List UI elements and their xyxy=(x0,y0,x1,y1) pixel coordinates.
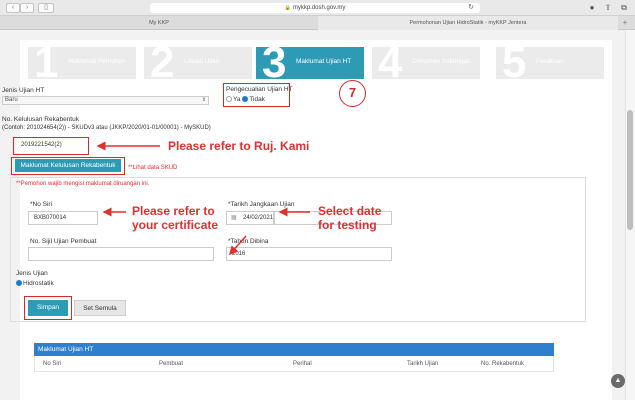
col-no-rekabentuk: No. Rekabentuk xyxy=(481,361,525,367)
step-3[interactable]: 3 Maklumat Ujian HT xyxy=(256,41,364,85)
kelulusan-label: No. Kelulusan Rekabentuk xyxy=(2,116,79,123)
tarikh-label: *Tarikh Jangkaan Ujian xyxy=(228,201,295,208)
radio-tidak[interactable] xyxy=(242,96,249,103)
page-content: 1 Maklumat Pemohon 2 Lokasi Ujian 3 Makl… xyxy=(2,40,612,400)
jenis-option: Hidrostatik xyxy=(16,280,54,287)
jenis-ujian-label: Jenis Ujian HT xyxy=(2,87,45,94)
jenis-ujian-select[interactable]: Baru ⇕ xyxy=(2,96,209,105)
step-5[interactable]: 5 Perakuan xyxy=(496,41,604,85)
kelulusan-input[interactable]: 2019221542(2) xyxy=(16,139,86,153)
pengecualian-label: Pengecualian Ujian HT xyxy=(226,86,293,93)
scroll-to-top-icon[interactable]: ▲ xyxy=(611,374,625,388)
annotation-refer-cert-2: your certificate xyxy=(132,218,219,232)
tab-bar: My KKP Permohonan Ujian HidroStatik - my… xyxy=(0,16,635,30)
table-columns: No Siri Pembuat Perihal Tarikh Ujian No.… xyxy=(34,356,554,372)
sijil-input[interactable] xyxy=(28,247,214,261)
annotation-select-date-2: for testing xyxy=(318,218,377,232)
share-icon[interactable]: ⇪ xyxy=(603,3,613,13)
tab-permohonan[interactable]: Permohonan Ujian HidroStatik - myKKP Jen… xyxy=(318,16,618,30)
col-tarikh-ujian: Tarikh Ujian xyxy=(407,361,439,367)
pengecualian-options: Ya Tidak xyxy=(226,96,265,103)
step-4[interactable]: 4 Dokumen Sokongan xyxy=(372,41,480,85)
step-2[interactable]: 2 Lokasi Ujian xyxy=(144,41,252,85)
col-perihal: Perihal xyxy=(293,361,312,367)
radio-ya[interactable] xyxy=(226,96,232,103)
no-siri-input[interactable]: BXB070014 xyxy=(28,211,98,225)
reload-icon[interactable]: ↻ xyxy=(468,3,474,13)
sidebar-icon[interactable]: ▯ xyxy=(38,3,54,13)
set-semula-button[interactable]: Set Semula xyxy=(74,300,126,316)
jenis-label: Jenis Ujian xyxy=(16,270,48,277)
annotation-refer-cert-1: Please refer to xyxy=(132,204,215,218)
tabs-icon[interactable]: ⧉ xyxy=(619,3,629,13)
simpan-button[interactable]: Simpan xyxy=(28,300,68,316)
lock-icon: 🔒 xyxy=(284,5,291,11)
tab-my-kkp[interactable]: My KKP xyxy=(0,16,318,30)
browser-toolbar: ‹ › ▯ 🔒 mykkp.dosh.gov.my ↻ ● ⇪ ⧉ xyxy=(0,0,635,16)
download-icon[interactable]: ● xyxy=(587,3,597,13)
tahun-input[interactable]: 2016 xyxy=(226,247,392,261)
radio-hidrostatik[interactable] xyxy=(16,280,22,287)
calendar-icon[interactable]: ▦ xyxy=(231,212,237,224)
tarikh-input[interactable]: ▦ 24/02/2021 xyxy=(226,211,274,225)
no-siri-label: *No Siri xyxy=(30,201,53,208)
col-pembuat: Pembuat xyxy=(159,361,184,367)
sijil-label: No. Sijil Ujian Pembuat xyxy=(30,238,97,245)
step-1[interactable]: 1 Maklumat Pemohon xyxy=(28,41,136,85)
new-tab-icon[interactable]: + xyxy=(619,16,631,30)
back-icon[interactable]: ‹ xyxy=(6,3,20,13)
address-bar[interactable]: 🔒 mykkp.dosh.gov.my ↻ xyxy=(150,3,480,13)
scrollbar-thumb[interactable] xyxy=(627,110,633,230)
mandatory-note: **Pemohon wajib mengisi maklumat diruang… xyxy=(16,181,150,187)
col-no-siri: No Siri xyxy=(43,361,62,367)
forward-icon[interactable]: › xyxy=(20,3,34,13)
maklumat-kelulusan-button[interactable]: Maklumat Kelulusan Rekabentuk xyxy=(15,159,121,172)
kelulusan-hint: (Contoh: 201024654(2)) - SKUDv3 atau (JK… xyxy=(2,125,211,131)
annotation-refer-kami: Please refer to Ruj. Kami xyxy=(168,139,310,153)
table-header: Maklumat Ujian HT xyxy=(34,343,554,356)
annotation-select-date-1: Select date xyxy=(318,204,382,218)
scrollbar[interactable] xyxy=(625,30,635,400)
step-marker-circle: 7 xyxy=(339,80,366,107)
tahun-label: *Tahun Dibina xyxy=(228,238,269,245)
lihat-skud-link[interactable]: **Lihat data SKUD xyxy=(128,165,177,171)
select-arrow-icon: ⇕ xyxy=(201,97,206,103)
